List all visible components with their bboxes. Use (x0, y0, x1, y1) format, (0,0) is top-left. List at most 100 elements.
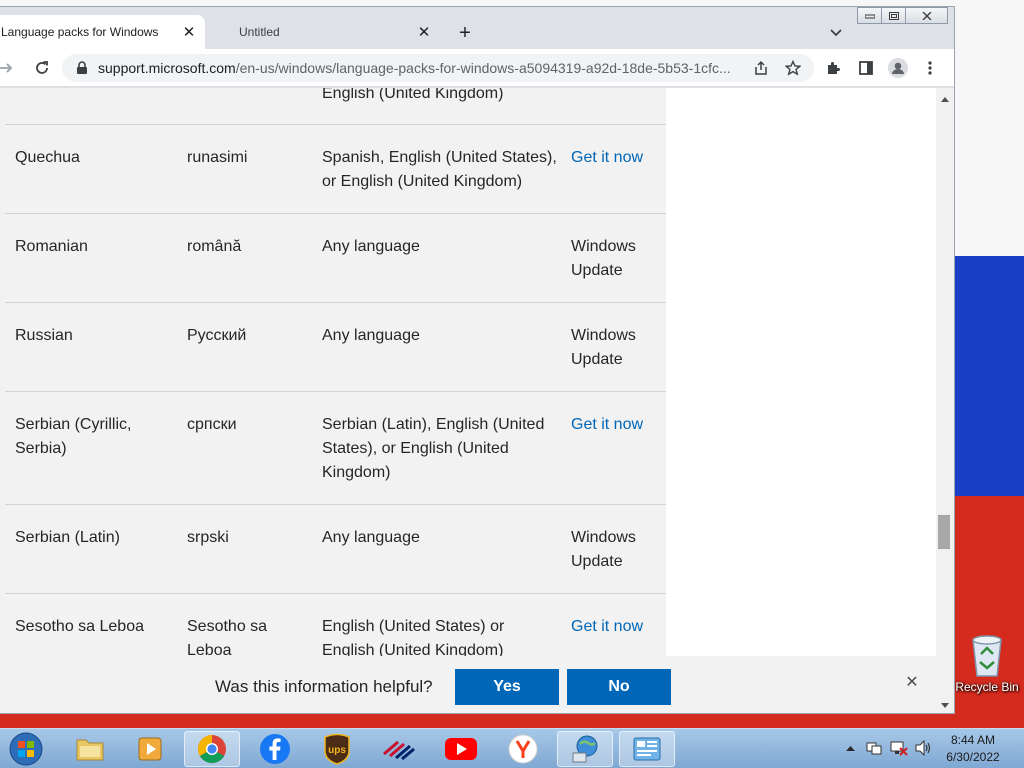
page-scrollbar[interactable] (936, 88, 954, 713)
address-bar[interactable]: support.microsoft.com/en-us/windows/lang… (62, 54, 814, 82)
taskbar-yandex-browser[interactable] (495, 731, 551, 767)
cell-base-language: Serbian (Latin), English (United States)… (322, 416, 545, 481)
cell-native-name: Русский (187, 327, 247, 344)
reload-icon[interactable] (30, 56, 54, 80)
table-row: Romanian română Any language Windows Upd… (5, 214, 666, 303)
facebook-icon (260, 734, 290, 764)
scrollbar-thumb[interactable] (938, 515, 950, 549)
cell-language: Serbian (Cyrillic, Serbia) (15, 416, 132, 457)
globe-network-icon (572, 735, 598, 763)
taskbar-ups[interactable]: ups (309, 731, 365, 767)
new-tab-plus-icon[interactable]: + (453, 21, 477, 45)
cell-language: Russian (15, 327, 73, 344)
bookmark-star-icon[interactable] (783, 58, 803, 78)
taskbar-network-app[interactable] (557, 731, 613, 767)
clock-time: 8:44 AM (950, 733, 996, 747)
clock-date: 6/30/2022 (946, 750, 1000, 764)
url-path: /en-us/windows/language-packs-for-window… (235, 60, 731, 76)
cell-base-language: Any language (322, 327, 420, 344)
yandex-browser-icon (508, 734, 538, 764)
taskbar-bank-of-america[interactable] (371, 731, 427, 767)
taskbar-facebook[interactable] (247, 731, 303, 767)
action-center-icon[interactable] (866, 740, 882, 761)
start-button[interactable] (6, 730, 46, 768)
cell-native-name: српски (187, 416, 237, 433)
cell-base-language: Any language (322, 238, 420, 255)
control-panel-icon (633, 737, 661, 761)
language-table: English (United Kingdom) Quechua runasim… (0, 88, 666, 688)
more-menu-icon[interactable] (918, 56, 942, 80)
close-window-button[interactable] (905, 7, 948, 24)
feedback-yes-button[interactable]: Yes (455, 669, 559, 705)
network-status-icon[interactable] (890, 740, 908, 761)
window-controls (857, 7, 948, 25)
folder-icon (76, 739, 104, 761)
tab-untitled[interactable]: Untitled ✕ (208, 15, 440, 49)
cell-language: Quechua (15, 149, 80, 166)
svg-text:ups: ups (328, 745, 346, 756)
show-hidden-icons-chevron-icon[interactable] (844, 741, 856, 755)
browser-window: Language packs for Windows ✕ Untitled ✕ … (0, 6, 955, 714)
cell-language: Sesotho sa Leboa (15, 618, 144, 635)
forward-arrow-icon[interactable] (0, 56, 18, 80)
cell-availability: Windows Update (571, 327, 636, 368)
feedback-no-button[interactable]: No (567, 669, 671, 705)
lock-icon[interactable] (76, 61, 88, 75)
cell-base-language: Spanish, English (United States), or Eng… (322, 149, 557, 190)
scroll-up-arrow-icon[interactable] (936, 90, 954, 108)
share-icon[interactable] (751, 58, 771, 78)
ups-logo-icon: ups (324, 733, 350, 765)
url-text: support.microsoft.com/en-us/windows/lang… (98, 60, 738, 76)
media-player-icon (138, 737, 162, 761)
browser-toolbar: support.microsoft.com/en-us/windows/lang… (0, 49, 954, 87)
taskbar-file-explorer[interactable] (62, 731, 118, 767)
side-panel-icon[interactable] (854, 56, 878, 80)
table-row: Serbian (Cyrillic, Serbia) српски Serbia… (5, 392, 666, 505)
get-it-now-link[interactable]: Get it now (571, 413, 661, 437)
taskbar-media-player[interactable] (122, 731, 178, 767)
tab-strip: Language packs for Windows ✕ Untitled ✕ … (0, 7, 954, 49)
tab-search-chevron-icon[interactable] (826, 23, 846, 43)
table-cell: English (United Kingdom) (322, 88, 504, 102)
tab-close-icon[interactable]: ✕ (179, 22, 199, 42)
minimize-button[interactable] (857, 7, 882, 24)
cell-native-name: română (187, 238, 242, 255)
taskbar-control-panel[interactable] (619, 731, 675, 767)
cell-native-name: srpski (187, 529, 229, 546)
page-viewport: English (United Kingdom) Quechua runasim… (0, 88, 936, 713)
bank-flag-icon (383, 740, 415, 760)
feedback-bar: Was this information helpful? Yes No ✕ (0, 656, 936, 713)
extensions-puzzle-icon[interactable] (821, 56, 845, 80)
cell-availability: Windows Update (571, 529, 636, 570)
tab-language-packs[interactable]: Language packs for Windows ✕ (0, 15, 205, 49)
get-it-now-link[interactable]: Get it now (571, 615, 661, 639)
cell-availability: Windows Update (571, 238, 636, 279)
cell-native-name: runasimi (187, 149, 248, 166)
taskbar-chrome[interactable] (184, 731, 240, 767)
url-host: support.microsoft.com (98, 60, 236, 76)
taskbar-clock[interactable]: 8:44 AM 6/30/2022 (930, 732, 1016, 766)
restore-button[interactable] (881, 7, 906, 24)
recycle-bin-desktop-icon[interactable]: Recycle Bin (950, 632, 1024, 694)
recycle-bin-label: Recycle Bin (955, 680, 1019, 694)
feedback-close-icon[interactable]: ✕ (903, 673, 921, 691)
youtube-icon (445, 738, 477, 760)
tab-close-icon[interactable]: ✕ (414, 22, 434, 42)
cell-language: Serbian (Latin) (15, 529, 120, 546)
taskbar: ups 8:44 AM 6/30/2022 (0, 728, 1024, 768)
scroll-down-arrow-icon[interactable] (936, 697, 954, 713)
cell-language: Romanian (15, 238, 88, 255)
table-row: Russian Русский Any language Windows Upd… (5, 303, 666, 392)
recycle-bin-icon (972, 635, 1002, 677)
tab-title: Untitled (239, 25, 280, 39)
table-row: Serbian (Latin) srpski Any language Wind… (5, 505, 666, 594)
profile-avatar-icon[interactable] (886, 56, 910, 80)
table-row-partial: English (United Kingdom) (5, 88, 666, 125)
feedback-question: Was this information helpful? (215, 677, 433, 696)
table-row: Quechua runasimi Spanish, English (Unite… (5, 125, 666, 214)
get-it-now-link[interactable]: Get it now (571, 146, 661, 170)
taskbar-youtube[interactable] (433, 731, 489, 767)
chrome-icon (198, 735, 226, 763)
windows-start-orb-icon (9, 732, 43, 766)
cell-base-language: Any language (322, 529, 420, 546)
